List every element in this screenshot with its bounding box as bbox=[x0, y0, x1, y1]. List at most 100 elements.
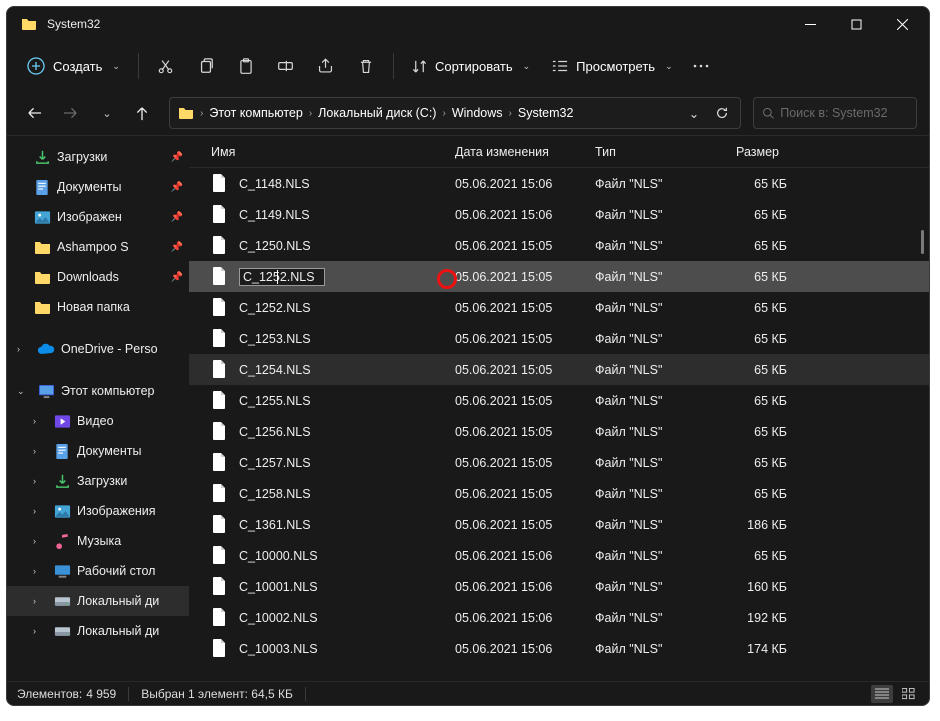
scrollbar-thumb[interactable] bbox=[921, 230, 924, 254]
file-size: 65 КБ bbox=[707, 549, 787, 563]
view-button[interactable]: Просмотреть⌄ bbox=[542, 48, 682, 84]
sidebar-item[interactable]: ›Музыка bbox=[7, 526, 189, 556]
column-size[interactable]: Размер bbox=[707, 145, 787, 159]
sidebar-item-label: Ashampoo S bbox=[57, 240, 165, 254]
file-row[interactable]: C_1258.NLS 05.06.2021 15:05 Файл "NLS" 6… bbox=[189, 478, 929, 509]
file-row[interactable]: C_10000.NLS 05.06.2021 15:06 Файл "NLS" … bbox=[189, 540, 929, 571]
copy-button[interactable] bbox=[187, 48, 225, 84]
file-type: Файл "NLS" bbox=[595, 394, 707, 408]
breadcrumb-item[interactable]: Windows bbox=[448, 106, 507, 120]
file-size: 174 КБ bbox=[707, 642, 787, 656]
file-date: 05.06.2021 15:05 bbox=[455, 394, 595, 408]
breadcrumb[interactable]: › Этот компьютер› Локальный диск (C:)› W… bbox=[169, 97, 741, 129]
file-list[interactable]: C_1148.NLS 05.06.2021 15:06 Файл "NLS" 6… bbox=[189, 168, 929, 681]
sidebar-item-label: Локальный ди bbox=[77, 594, 183, 608]
breadcrumb-item[interactable]: Локальный диск (C:) bbox=[314, 106, 440, 120]
sidebar-item[interactable]: Downloads📌 bbox=[7, 262, 189, 292]
forward-button[interactable] bbox=[55, 98, 85, 128]
rename-button[interactable] bbox=[267, 48, 305, 84]
column-type[interactable]: Тип bbox=[595, 145, 707, 159]
paste-button[interactable] bbox=[227, 48, 265, 84]
icons-view-button[interactable] bbox=[897, 685, 919, 703]
sidebar-thispc[interactable]: ⌄Этот компьютер bbox=[7, 376, 189, 406]
downloads-icon bbox=[53, 472, 71, 490]
sidebar-item[interactable]: ›Видео bbox=[7, 406, 189, 436]
file-size: 65 КБ bbox=[707, 394, 787, 408]
sidebar-item[interactable]: ›Локальный ди bbox=[7, 616, 189, 646]
close-button[interactable] bbox=[879, 7, 925, 41]
create-button[interactable]: Создать⌄ bbox=[17, 48, 130, 84]
sort-button[interactable]: Сортировать⌄ bbox=[402, 48, 540, 84]
file-type: Файл "NLS" bbox=[595, 177, 707, 191]
file-date: 05.06.2021 15:06 bbox=[455, 611, 595, 625]
maximize-button[interactable] bbox=[833, 7, 879, 41]
sidebar-item[interactable]: ›Локальный ди bbox=[7, 586, 189, 616]
file-row[interactable]: C_10002.NLS 05.06.2021 15:06 Файл "NLS" … bbox=[189, 602, 929, 633]
file-row[interactable]: C_1361.NLS 05.06.2021 15:05 Файл "NLS" 1… bbox=[189, 509, 929, 540]
sidebar-item[interactable]: ›Рабочий стол bbox=[7, 556, 189, 586]
file-date: 05.06.2021 15:06 bbox=[455, 208, 595, 222]
cut-button[interactable] bbox=[147, 48, 185, 84]
file-icon bbox=[211, 421, 229, 443]
file-row[interactable]: C_1252.NLS 05.06.2021 15:05 Файл "NLS" 6… bbox=[189, 261, 929, 292]
file-type: Файл "NLS" bbox=[595, 580, 707, 594]
file-row[interactable]: C_1255.NLS 05.06.2021 15:05 Файл "NLS" 6… bbox=[189, 385, 929, 416]
sidebar-item-label: Музыка bbox=[77, 534, 183, 548]
file-row[interactable]: C_1257.NLS 05.06.2021 15:05 Файл "NLS" 6… bbox=[189, 447, 929, 478]
sidebar-item[interactable]: Ashampoo S📌 bbox=[7, 232, 189, 262]
search-input[interactable] bbox=[780, 106, 908, 120]
breadcrumb-item[interactable]: Этот компьютер bbox=[205, 106, 306, 120]
file-row[interactable]: C_1254.NLS 05.06.2021 15:05 Файл "NLS" 6… bbox=[189, 354, 929, 385]
back-button[interactable] bbox=[19, 98, 49, 128]
file-type: Файл "NLS" bbox=[595, 549, 707, 563]
titlebar[interactable]: System32 bbox=[7, 7, 929, 41]
breadcrumb-item[interactable]: System32 bbox=[514, 106, 578, 120]
file-row[interactable]: C_1253.NLS 05.06.2021 15:05 Файл "NLS" 6… bbox=[189, 323, 929, 354]
file-row[interactable]: C_1252.NLS 05.06.2021 15:05 Файл "NLS" 6… bbox=[189, 292, 929, 323]
delete-button[interactable] bbox=[347, 48, 385, 84]
sidebar-item-label: Документы bbox=[77, 444, 183, 458]
file-size: 65 КБ bbox=[707, 301, 787, 315]
documents-icon bbox=[33, 178, 51, 196]
file-row[interactable]: C_1148.NLS 05.06.2021 15:06 Файл "NLS" 6… bbox=[189, 168, 929, 199]
file-icon bbox=[211, 328, 229, 350]
details-view-button[interactable] bbox=[871, 685, 893, 703]
sidebar-item[interactable]: Загрузки📌 bbox=[7, 142, 189, 172]
file-row[interactable]: C_1149.NLS 05.06.2021 15:06 Файл "NLS" 6… bbox=[189, 199, 929, 230]
file-icon bbox=[211, 359, 229, 381]
sidebar-item-label: Изображен bbox=[57, 210, 165, 224]
search-icon bbox=[762, 106, 774, 120]
chevron-right-icon: › bbox=[33, 476, 47, 486]
up-button[interactable] bbox=[127, 98, 157, 128]
share-button[interactable] bbox=[307, 48, 345, 84]
file-name: C_1148.NLS bbox=[239, 177, 310, 191]
file-icon bbox=[211, 297, 229, 319]
scrollbar[interactable] bbox=[915, 170, 929, 681]
recent-dropdown[interactable]: ⌄ bbox=[91, 98, 121, 128]
sidebar-item[interactable]: ›Загрузки bbox=[7, 466, 189, 496]
refresh-button[interactable] bbox=[708, 99, 736, 127]
sidebar-item[interactable]: ›Изображения bbox=[7, 496, 189, 526]
disk-icon bbox=[53, 622, 71, 640]
search-box[interactable] bbox=[753, 97, 917, 129]
file-row[interactable]: C_10003.NLS 05.06.2021 15:06 Файл "NLS" … bbox=[189, 633, 929, 664]
file-type: Файл "NLS" bbox=[595, 518, 707, 532]
file-row[interactable]: C_1250.NLS 05.06.2021 15:05 Файл "NLS" 6… bbox=[189, 230, 929, 261]
column-date[interactable]: Дата изменения bbox=[455, 145, 595, 159]
sidebar-item[interactable]: Документы📌 bbox=[7, 172, 189, 202]
sidebar-onedrive[interactable]: ›OneDrive - Perso bbox=[7, 334, 189, 364]
rename-input[interactable]: C_1252.NLS bbox=[239, 268, 325, 286]
chevron-down-icon[interactable]: ⌄ bbox=[680, 99, 708, 127]
sidebar-item[interactable]: ›Документы bbox=[7, 436, 189, 466]
sidebar-item[interactable]: Изображен📌 bbox=[7, 202, 189, 232]
explorer-window: System32 Создать⌄ Сортировать⌄ Просмотре… bbox=[6, 6, 930, 706]
chevron-down-icon: ⌄ bbox=[665, 61, 673, 72]
minimize-button[interactable] bbox=[787, 7, 833, 41]
more-button[interactable] bbox=[685, 48, 717, 84]
file-row[interactable]: C_10001.NLS 05.06.2021 15:06 Файл "NLS" … bbox=[189, 571, 929, 602]
sidebar-item[interactable]: Новая папка bbox=[7, 292, 189, 322]
file-icon bbox=[211, 235, 229, 257]
column-name[interactable]: Имя bbox=[211, 145, 455, 159]
file-date: 05.06.2021 15:06 bbox=[455, 177, 595, 191]
file-row[interactable]: C_1256.NLS 05.06.2021 15:05 Файл "NLS" 6… bbox=[189, 416, 929, 447]
